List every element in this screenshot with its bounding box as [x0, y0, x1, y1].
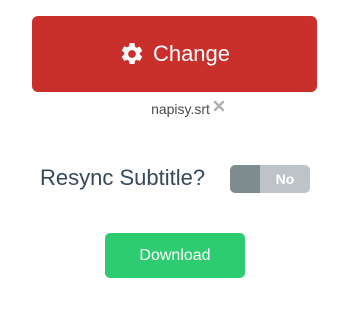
- subtitle-page: Change napisy.srt Resync Subtitle? No Do…: [0, 0, 362, 314]
- resync-toggle[interactable]: No: [230, 165, 310, 193]
- gear-icon: [119, 41, 145, 67]
- close-icon[interactable]: [213, 100, 225, 112]
- file-name: napisy.srt: [151, 101, 210, 117]
- download-button[interactable]: Download: [105, 233, 245, 278]
- selected-file: napisy.srt: [0, 98, 362, 120]
- resync-subtitle-label: Resync Subtitle?: [40, 165, 206, 190]
- change-button-label: Change: [152, 41, 231, 66]
- toggle-state-label: No: [275, 171, 295, 187]
- change-button[interactable]: Change: [32, 16, 317, 92]
- toggle-knob: [230, 165, 260, 193]
